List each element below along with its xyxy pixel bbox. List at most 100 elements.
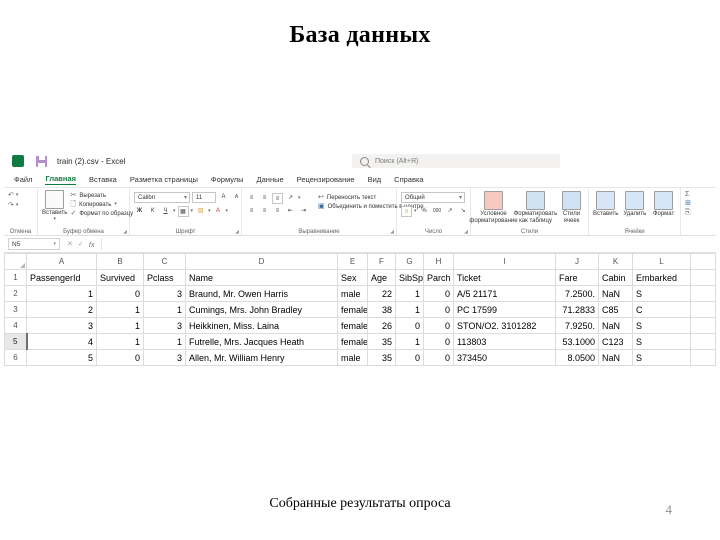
borders-chevron-down-icon[interactable]: ▾ bbox=[191, 209, 194, 214]
cell-styles-button[interactable]: Стили ячеек bbox=[559, 191, 584, 225]
cell-j4[interactable]: 7.9250. bbox=[555, 317, 599, 334]
cell-a2[interactable]: 1 bbox=[26, 285, 97, 302]
cell-m2[interactable] bbox=[690, 285, 716, 302]
cell-h5[interactable]: 0 bbox=[423, 333, 454, 350]
cell-h3[interactable]: 0 bbox=[423, 301, 454, 318]
number-dialog-launcher-icon[interactable]: ◢ bbox=[464, 229, 468, 235]
cell-f1[interactable]: Age bbox=[367, 269, 396, 286]
cell-c1[interactable]: Pclass bbox=[143, 269, 186, 286]
cell-f4[interactable]: 26 bbox=[367, 317, 396, 334]
cell-g2[interactable]: 1 bbox=[395, 285, 424, 302]
column-header-h[interactable]: H bbox=[423, 253, 454, 270]
orientation-chevron-down-icon[interactable]: ▾ bbox=[298, 196, 301, 201]
search-input[interactable]: Поиск (Alt+Я) bbox=[352, 154, 560, 168]
cell-d4[interactable]: Heikkinen, Miss. Laina bbox=[185, 317, 338, 334]
cell-e5[interactable]: female bbox=[337, 333, 368, 350]
column-header-m[interactable] bbox=[690, 253, 716, 270]
column-header-e[interactable]: E bbox=[337, 253, 368, 270]
cell-b4[interactable]: 1 bbox=[96, 317, 144, 334]
select-all-corner[interactable] bbox=[4, 253, 27, 270]
cell-e4[interactable]: female bbox=[337, 317, 368, 334]
shrink-font-icon[interactable]: A bbox=[231, 192, 242, 203]
cell-l6[interactable]: S bbox=[632, 349, 691, 366]
currency-icon[interactable]: ¤ bbox=[401, 206, 412, 217]
cell-d3[interactable]: Cumings, Mrs. John Bradley bbox=[185, 301, 338, 318]
column-header-a[interactable]: A bbox=[26, 253, 97, 270]
tab-view[interactable]: Вид bbox=[368, 175, 382, 185]
cell-i2[interactable]: A/5 21171 bbox=[453, 285, 556, 302]
column-header-c[interactable]: C bbox=[143, 253, 186, 270]
cell-j3[interactable]: 71.2833 bbox=[555, 301, 599, 318]
cell-i1[interactable]: Ticket bbox=[453, 269, 556, 286]
cell-l1[interactable]: Embarked bbox=[632, 269, 691, 286]
cell-j6[interactable]: 8.0500 bbox=[555, 349, 599, 366]
tab-file[interactable]: Файл bbox=[14, 175, 32, 185]
currency-chevron-down-icon[interactable]: ▾ bbox=[414, 209, 417, 214]
font-color-icon[interactable]: A bbox=[213, 206, 224, 217]
format-painter-button[interactable]: ✓ Формат по образцу bbox=[70, 210, 133, 217]
underline-chevron-down-icon[interactable]: ▾ bbox=[173, 209, 176, 214]
paste-button[interactable]: Вставить ▾ bbox=[42, 190, 67, 222]
cell-m1[interactable] bbox=[690, 269, 716, 286]
cell-e3[interactable]: female bbox=[337, 301, 368, 318]
clipboard-dialog-launcher-icon[interactable]: ◢ bbox=[123, 229, 127, 235]
delete-cells-button[interactable]: Удалить bbox=[622, 191, 647, 218]
cell-k4[interactable]: NaN bbox=[598, 317, 633, 334]
autosum-icon[interactable]: Σ bbox=[685, 191, 689, 198]
save-icon[interactable] bbox=[36, 155, 47, 167]
align-bottom-icon[interactable]: ≡ bbox=[272, 193, 283, 204]
cell-l5[interactable]: S bbox=[632, 333, 691, 350]
cell-h6[interactable]: 0 bbox=[423, 349, 454, 366]
cell-e2[interactable]: male bbox=[337, 285, 368, 302]
cancel-icon[interactable]: ✕ bbox=[67, 240, 73, 248]
decrease-decimal-icon[interactable]: ↘ bbox=[458, 206, 469, 217]
cell-c5[interactable]: 1 bbox=[143, 333, 186, 350]
cell-m3[interactable] bbox=[690, 301, 716, 318]
number-format-select[interactable]: Общий ▾ bbox=[401, 192, 465, 203]
cell-g3[interactable]: 1 bbox=[395, 301, 424, 318]
column-header-g[interactable]: G bbox=[395, 253, 424, 270]
confirm-check-icon[interactable]: ✓ bbox=[78, 240, 84, 248]
align-top-icon[interactable]: ≡ bbox=[246, 193, 257, 204]
cell-l3[interactable]: C bbox=[632, 301, 691, 318]
cell-a4[interactable]: 3 bbox=[26, 317, 97, 334]
alignment-dialog-launcher-icon[interactable]: ◢ bbox=[390, 229, 394, 235]
fill-down-icon[interactable]: ⊞ bbox=[685, 200, 691, 207]
fill-chevron-down-icon[interactable]: ▾ bbox=[208, 209, 211, 214]
conditional-formatting-button[interactable]: Условное форматирование bbox=[469, 191, 518, 225]
column-header-b[interactable]: B bbox=[96, 253, 144, 270]
cell-c6[interactable]: 3 bbox=[143, 349, 186, 366]
font-color-chevron-down-icon[interactable]: ▾ bbox=[226, 209, 229, 214]
cell-k3[interactable]: C85 bbox=[598, 301, 633, 318]
cell-b6[interactable]: 0 bbox=[96, 349, 144, 366]
increase-indent-icon[interactable]: ⇥ bbox=[298, 206, 309, 217]
cell-a6[interactable]: 5 bbox=[26, 349, 97, 366]
column-header-j[interactable]: J bbox=[555, 253, 599, 270]
cell-i5[interactable]: 113803 bbox=[453, 333, 556, 350]
tab-help[interactable]: Справка bbox=[394, 175, 423, 185]
redo-arrow-icon[interactable]: ↷ bbox=[8, 202, 14, 209]
cut-button[interactable]: ✂ Вырезать bbox=[70, 192, 133, 199]
cell-c4[interactable]: 3 bbox=[143, 317, 186, 334]
font-dialog-launcher-icon[interactable]: ◢ bbox=[235, 229, 239, 235]
cell-a5[interactable]: 4 bbox=[26, 333, 97, 350]
grow-font-icon[interactable]: A bbox=[218, 192, 229, 203]
increase-decimal-icon[interactable]: ↗ bbox=[445, 206, 456, 217]
row-header-6[interactable]: 6 bbox=[4, 349, 27, 366]
row-header-4[interactable]: 4 bbox=[4, 317, 27, 334]
cell-j5[interactable]: 53.1000 bbox=[555, 333, 599, 350]
cell-h2[interactable]: 0 bbox=[423, 285, 454, 302]
cell-c3[interactable]: 1 bbox=[143, 301, 186, 318]
copy-dropdown-icon[interactable]: ▾ bbox=[114, 202, 117, 207]
underline-button[interactable]: Ч bbox=[160, 206, 171, 217]
column-header-l[interactable]: L bbox=[632, 253, 691, 270]
cell-c2[interactable]: 3 bbox=[143, 285, 186, 302]
tab-formulas[interactable]: Формулы bbox=[211, 175, 244, 185]
cell-b2[interactable]: 0 bbox=[96, 285, 144, 302]
cell-g6[interactable]: 0 bbox=[395, 349, 424, 366]
cell-f6[interactable]: 35 bbox=[367, 349, 396, 366]
cell-l2[interactable]: S bbox=[632, 285, 691, 302]
paste-dropdown-icon[interactable]: ▾ bbox=[53, 216, 56, 222]
insert-function-icon[interactable]: fx bbox=[89, 240, 95, 249]
tab-data[interactable]: Данные bbox=[257, 175, 284, 185]
